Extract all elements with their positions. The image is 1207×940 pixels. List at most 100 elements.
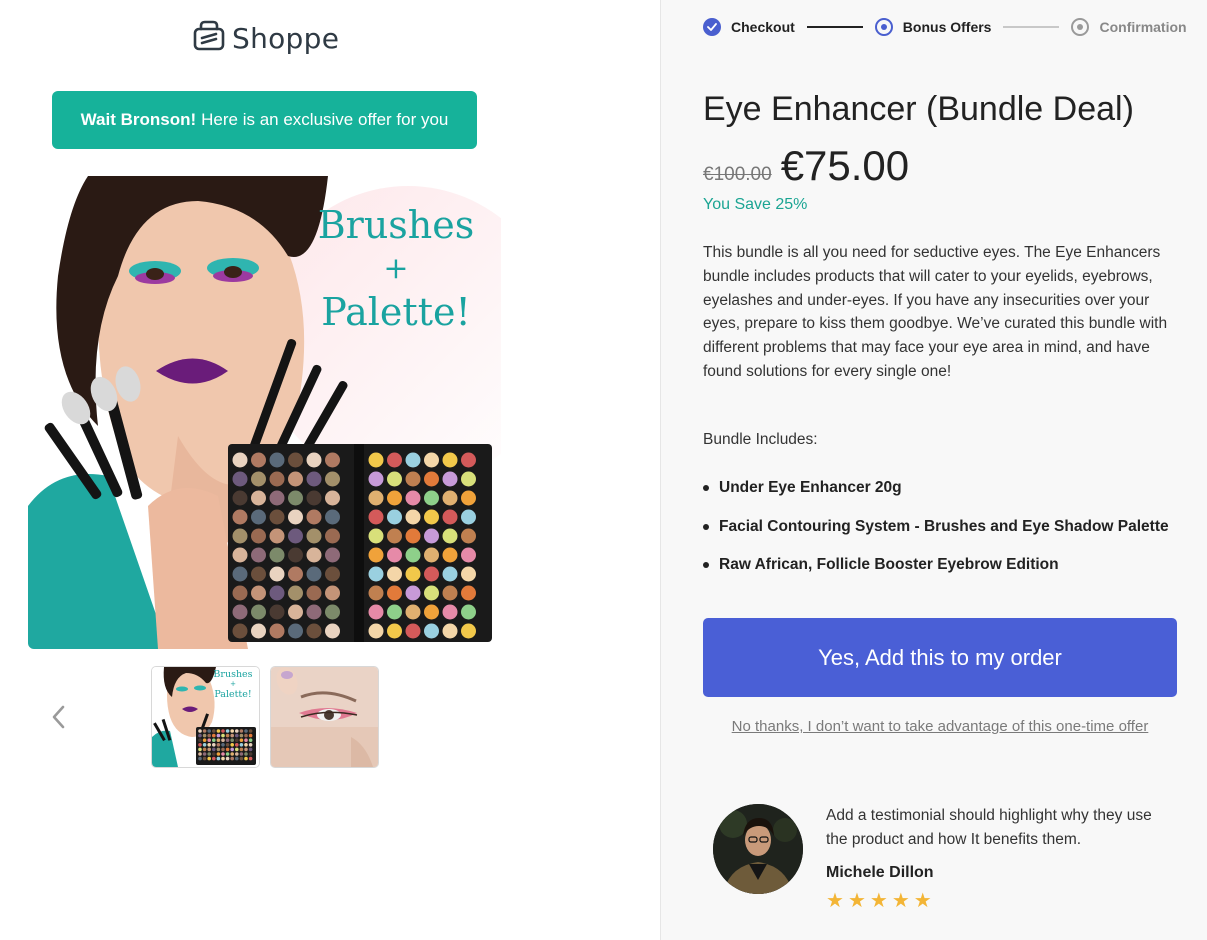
palette-pan xyxy=(212,747,216,752)
palette-pan xyxy=(198,747,202,752)
palette-pan xyxy=(198,729,202,733)
palette-pan xyxy=(306,452,322,468)
hero-caption: Brushes + Palette! xyxy=(311,202,481,336)
palette-pan xyxy=(232,509,248,525)
palette-pan xyxy=(387,585,402,601)
palette-pan xyxy=(269,623,285,639)
list-item: Facial Contouring System - Brushes and E… xyxy=(703,517,1169,537)
palette-pan xyxy=(387,547,402,563)
product-description: This bundle is all you need for seductiv… xyxy=(703,244,1168,380)
banner-greeting: Wait Bronson! xyxy=(80,110,197,129)
palette-pan xyxy=(212,743,216,747)
step-confirmation-label: Confirmation xyxy=(1099,19,1187,35)
palette-pan xyxy=(251,528,266,544)
palette-pan xyxy=(288,490,303,506)
palette-pan xyxy=(248,733,253,738)
palette-pan xyxy=(251,604,266,620)
palette-pan xyxy=(248,738,253,742)
palette-pan xyxy=(232,604,248,620)
palette-pan xyxy=(216,747,221,752)
thumbnail-caption-line2: Palette! xyxy=(214,689,252,700)
palette-pan xyxy=(239,729,244,733)
palette-pan xyxy=(230,756,234,761)
palette-pan xyxy=(235,733,239,738)
palette-pan xyxy=(306,471,322,487)
palette-pan xyxy=(198,733,202,738)
palette-pan xyxy=(306,509,322,525)
palette-pan xyxy=(306,623,322,639)
testimonial-quote: Add a testimonial should highlight why t… xyxy=(826,807,1152,848)
bundle-includes-label: Bundle Includes: xyxy=(703,431,818,448)
palette-pan xyxy=(232,566,248,582)
palette-pan xyxy=(221,756,225,761)
palette-pan xyxy=(207,733,211,738)
palette-pan xyxy=(244,752,248,756)
palette-pan xyxy=(405,471,421,487)
palette-pan xyxy=(288,623,303,639)
list-item: Raw African, Follicle Booster Eyebrow Ed… xyxy=(703,555,1169,575)
checkout-progress: Checkout Bonus Offers Confirmation xyxy=(703,18,1187,36)
step-connector xyxy=(1003,26,1060,28)
palette-pan xyxy=(288,547,303,563)
palette-pan xyxy=(442,547,458,563)
palette-pan xyxy=(442,604,458,620)
palette-pan xyxy=(225,747,230,752)
palette-pan xyxy=(235,747,239,752)
palette-pan xyxy=(207,756,211,761)
palette-pan xyxy=(288,585,303,601)
palette-pan xyxy=(230,752,234,756)
palette-pan xyxy=(424,566,439,582)
palette-pan xyxy=(198,738,202,742)
gallery-prev-button[interactable] xyxy=(46,700,70,734)
bundle-item-label: Under Eye Enhancer 20g xyxy=(719,479,902,496)
palette-pan xyxy=(232,471,248,487)
palette-pan xyxy=(461,528,476,544)
thumbnail-eye-closeup[interactable] xyxy=(270,666,379,768)
palette-pan xyxy=(212,733,216,738)
palette-pan xyxy=(405,604,421,620)
palette-pan xyxy=(216,756,221,761)
palette-pan xyxy=(232,452,248,468)
palette-pan xyxy=(198,752,202,756)
bullet-icon xyxy=(703,485,709,491)
palette-pan xyxy=(442,566,458,582)
shopping-bag-icon xyxy=(192,20,226,57)
add-to-order-button[interactable]: Yes, Add this to my order xyxy=(703,618,1177,697)
palette-pan xyxy=(424,528,439,544)
palette-pan xyxy=(235,743,239,747)
palette-pan xyxy=(230,738,234,742)
palette-pan xyxy=(232,528,248,544)
palette-pan xyxy=(230,729,234,733)
palette-pan xyxy=(232,623,248,639)
palette-pan xyxy=(248,747,253,752)
palette-pan xyxy=(368,528,384,544)
palette-pan xyxy=(212,729,216,733)
exclusive-offer-banner: Wait Bronson! Here is an exclusive offer… xyxy=(52,91,477,149)
palette-pan xyxy=(202,743,207,747)
palette-pan xyxy=(461,566,476,582)
palette-pan xyxy=(442,452,458,468)
palette-pan xyxy=(387,623,402,639)
palette-pan xyxy=(221,733,225,738)
palette-pan xyxy=(239,747,244,752)
thumbnail-caption-plus: + xyxy=(230,680,236,688)
palette-pan xyxy=(405,566,421,582)
star-icon: ★ xyxy=(913,890,932,912)
brand-logo[interactable]: Shoppe xyxy=(192,20,339,57)
palette-pan xyxy=(387,490,402,506)
thumbnail-brushes-palette[interactable]: Brushes + Palette! xyxy=(151,666,260,768)
palette-pan xyxy=(442,585,458,601)
palette-pan xyxy=(248,756,253,761)
palette-pan xyxy=(235,756,239,761)
palette-pan xyxy=(368,509,384,525)
palette-pan xyxy=(461,585,476,601)
palette-pan xyxy=(207,743,211,747)
palette-pan xyxy=(325,490,340,506)
step-connector xyxy=(806,26,863,28)
bundle-item-label: Raw African, Follicle Booster Eyebrow Ed… xyxy=(719,556,1059,573)
step-checkout-label: Checkout xyxy=(731,19,795,35)
decline-offer-link[interactable]: No thanks, I don’t want to take advantag… xyxy=(703,718,1177,735)
palette-pan xyxy=(424,509,439,525)
palette-pan xyxy=(221,738,225,742)
upcoming-step-icon xyxy=(1071,18,1090,36)
